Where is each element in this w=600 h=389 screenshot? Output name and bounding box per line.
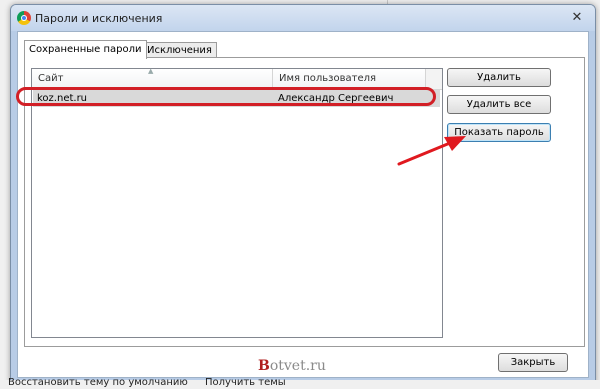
get-themes-button[interactable]: Получить темы [205,377,286,388]
tab-saved-passwords[interactable]: Сохраненные пароли [24,40,147,59]
restore-theme-button[interactable]: Восстановить тему по умолчанию [8,377,188,388]
watermark-logo: Botvet.ru [258,358,326,374]
